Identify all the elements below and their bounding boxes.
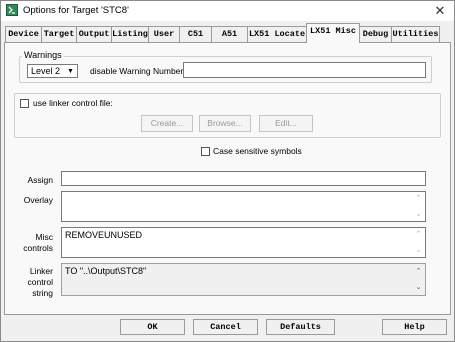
assign-label: Assign bbox=[27, 175, 53, 185]
up-arrow-icon[interactable]: ⌃ bbox=[414, 267, 423, 276]
help-button[interactable]: Help bbox=[382, 319, 447, 335]
app-icon bbox=[6, 4, 18, 16]
warnings-legend: Warnings bbox=[22, 50, 64, 60]
tab-lx51-locate[interactable]: LX51 Locate bbox=[247, 26, 307, 42]
disable-warnings-input[interactable] bbox=[183, 62, 426, 78]
warning-level-combo[interactable]: Level 2 ▼ bbox=[27, 64, 78, 78]
tab-a51[interactable]: A51 bbox=[211, 26, 248, 42]
tab-output[interactable]: Output bbox=[76, 26, 112, 42]
ok-button[interactable]: OK bbox=[120, 319, 185, 335]
tab-device[interactable]: Device bbox=[5, 26, 42, 42]
misc-label-line2: controls bbox=[23, 243, 53, 253]
use-linker-control-file-label: use linker control file: bbox=[33, 98, 113, 108]
cancel-button[interactable]: Cancel bbox=[193, 319, 258, 335]
chevron-down-icon: ▼ bbox=[67, 68, 74, 75]
linker-label-line1: Linker bbox=[29, 266, 53, 276]
down-arrow-icon[interactable]: ⌄ bbox=[414, 283, 423, 292]
defaults-button[interactable]: Defaults bbox=[266, 319, 335, 335]
linker-label-line3: string bbox=[32, 288, 53, 298]
misc-controls-input[interactable]: REMOVEUNUSED ⌃ ⌄ bbox=[61, 227, 426, 258]
tab-target[interactable]: Target bbox=[41, 26, 77, 42]
tab-utilities[interactable]: Utilities bbox=[391, 26, 440, 42]
browse-button[interactable]: Browse... bbox=[199, 115, 251, 132]
overlay-label: Overlay bbox=[23, 195, 53, 205]
misc-label-line1: Misc bbox=[35, 232, 53, 242]
warning-level-value: Level 2 bbox=[31, 66, 61, 76]
edit-button[interactable]: Edit... bbox=[259, 115, 313, 132]
linker-control-string-label: Linker control string bbox=[10, 266, 53, 299]
assign-input[interactable] bbox=[61, 171, 426, 186]
misc-controls-value: REMOVEUNUSED bbox=[65, 230, 143, 240]
close-icon[interactable]: ✕ bbox=[430, 2, 450, 19]
case-sensitive-label: Case sensitive symbols bbox=[213, 146, 302, 156]
use-linker-control-file-checkbox[interactable] bbox=[20, 99, 29, 108]
tab-listing[interactable]: Listing bbox=[111, 26, 149, 42]
tab-debug[interactable]: Debug bbox=[359, 26, 392, 42]
overlay-input[interactable]: ⌃ ⌄ bbox=[61, 191, 426, 222]
window-title: Options for Target 'STC8' bbox=[23, 5, 129, 16]
tab-user[interactable]: User bbox=[148, 26, 180, 42]
up-arrow-icon[interactable]: ⌃ bbox=[414, 230, 423, 239]
case-sensitive-checkbox[interactable] bbox=[201, 147, 210, 156]
linker-control-string-box: TO "..\Output\STC8" ⌃ ⌄ bbox=[61, 263, 426, 296]
misc-controls-label: Misc controls bbox=[10, 232, 53, 254]
linker-control-string-value: TO "..\Output\STC8" bbox=[65, 266, 147, 276]
down-arrow-icon[interactable]: ⌄ bbox=[414, 246, 423, 255]
tab-lx51-misc[interactable]: LX51 Misc bbox=[306, 23, 360, 43]
create-button[interactable]: Create... bbox=[141, 115, 193, 132]
down-arrow-icon[interactable]: ⌄ bbox=[414, 210, 423, 219]
tab-c51[interactable]: C51 bbox=[179, 26, 212, 42]
up-arrow-icon[interactable]: ⌃ bbox=[414, 194, 423, 203]
linker-label-line2: control bbox=[27, 277, 53, 287]
disable-warnings-label: disable Warning Numbers: bbox=[90, 66, 190, 76]
